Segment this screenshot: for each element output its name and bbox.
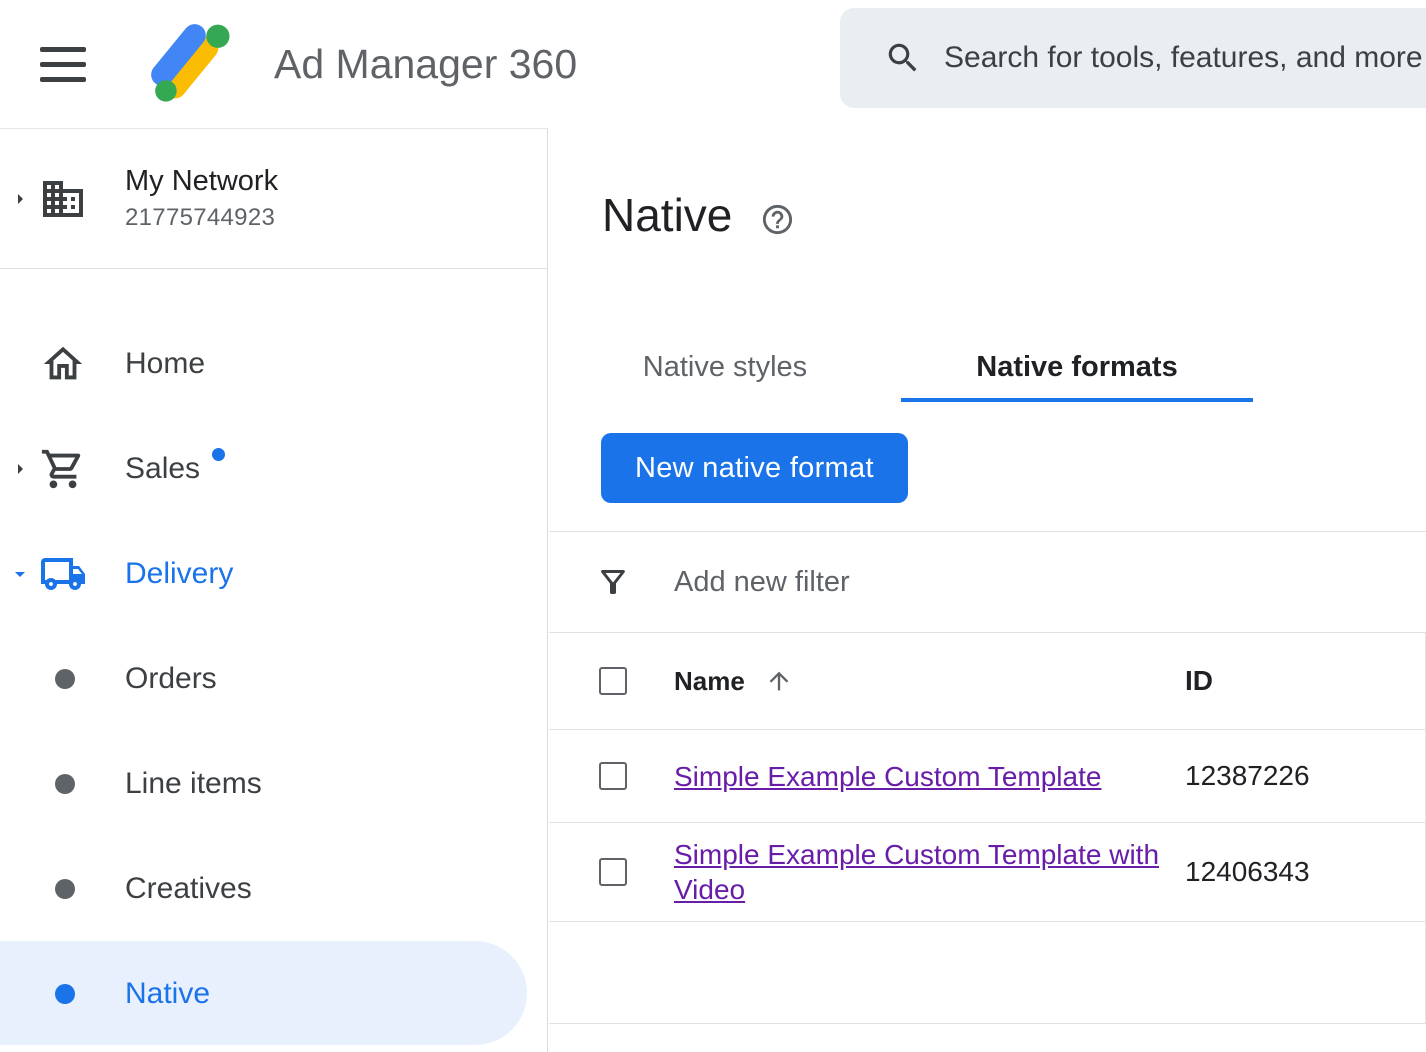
sidebar-item-native[interactable]: Native: [0, 941, 547, 1046]
add-filter-bar[interactable]: Add new filter: [549, 531, 1426, 633]
bullet-icon: [55, 669, 75, 689]
search-placeholder: Search for tools, features, and more: [944, 41, 1423, 75]
cart-icon: [38, 446, 88, 492]
format-id: 12406343: [1185, 856, 1310, 888]
table-header-row: Name ID: [549, 633, 1425, 730]
sidebar-item-label: Creatives: [125, 872, 252, 906]
tab-native-styles[interactable]: Native styles: [549, 350, 901, 402]
format-link[interactable]: Simple Example Custom Template: [674, 761, 1101, 792]
table-row: Simple Example Custom Template 12387226: [549, 730, 1425, 823]
expand-right-icon: [8, 454, 32, 484]
truck-icon: [38, 550, 88, 598]
tab-native-formats[interactable]: Native formats: [901, 350, 1253, 402]
sidebar-item-label: Delivery: [125, 557, 233, 591]
app-title: Ad Manager 360: [274, 41, 577, 88]
tab-bar: Native styles Native formats: [549, 350, 1253, 402]
ad-manager-logo-icon: [148, 21, 234, 107]
native-formats-table: Name ID Simple Example Custom Template 1…: [549, 633, 1426, 1024]
search-input[interactable]: Search for tools, features, and more: [840, 8, 1426, 108]
table-empty-space: [549, 922, 1425, 1024]
sidebar-item-creatives[interactable]: Creatives: [0, 836, 547, 941]
active-tab-underline: [901, 398, 1253, 402]
page-header: Native: [602, 188, 795, 242]
bullet-icon: [55, 774, 75, 794]
add-filter-label: Add new filter: [674, 566, 850, 599]
page-title: Native: [602, 188, 732, 242]
new-native-format-button[interactable]: New native format: [601, 433, 908, 503]
menu-icon[interactable]: [40, 47, 86, 82]
filter-funnel-icon: [595, 564, 631, 600]
sidebar-item-line-items[interactable]: Line items: [0, 731, 547, 836]
network-id: 21775744923: [125, 204, 278, 232]
network-building-icon: [38, 175, 88, 223]
expand-down-icon: [8, 559, 32, 589]
sidebar-nav: Home Sales Delivery Orders: [0, 311, 547, 1046]
select-all-checkbox[interactable]: [599, 667, 627, 695]
bullet-icon: [55, 879, 75, 899]
bullet-icon: [55, 984, 75, 1004]
sidebar-item-label: Home: [125, 347, 205, 381]
sidebar-item-label: Orders: [125, 662, 217, 696]
sidebar-item-label: Sales: [125, 452, 200, 486]
sidebar-item-sales[interactable]: Sales: [0, 416, 547, 521]
format-link[interactable]: Simple Example Custom Template with Vide…: [674, 839, 1159, 905]
sidebar-item-label: Line items: [125, 767, 262, 801]
notification-dot: [212, 448, 225, 461]
sort-ascending-icon: [765, 667, 793, 695]
top-bar: Ad Manager 360 Search for tools, feature…: [0, 0, 1426, 128]
id-column-header[interactable]: ID: [1185, 665, 1213, 697]
sidebar: My Network 21775744923 Home Sales: [0, 128, 548, 1052]
home-icon: [38, 341, 88, 387]
sidebar-item-delivery[interactable]: Delivery: [0, 521, 547, 626]
expand-right-icon: [8, 184, 32, 214]
help-icon[interactable]: [760, 202, 795, 237]
network-info: My Network 21775744923: [125, 165, 278, 232]
tab-label: Native formats: [976, 351, 1177, 383]
sidebar-item-home[interactable]: Home: [0, 311, 547, 416]
sidebar-item-label: Native: [125, 977, 210, 1011]
table-row: Simple Example Custom Template with Vide…: [549, 823, 1425, 922]
format-id: 12387226: [1185, 760, 1310, 792]
network-selector[interactable]: My Network 21775744923: [0, 129, 547, 269]
row-checkbox[interactable]: [599, 762, 627, 790]
row-checkbox[interactable]: [599, 858, 627, 886]
search-icon: [884, 39, 922, 77]
sidebar-item-orders[interactable]: Orders: [0, 626, 547, 731]
main-content: Native Native styles Native formats New …: [549, 128, 1426, 1052]
tab-label: Native styles: [643, 351, 807, 383]
network-name: My Network: [125, 165, 278, 198]
name-column-header[interactable]: Name: [674, 666, 1185, 697]
